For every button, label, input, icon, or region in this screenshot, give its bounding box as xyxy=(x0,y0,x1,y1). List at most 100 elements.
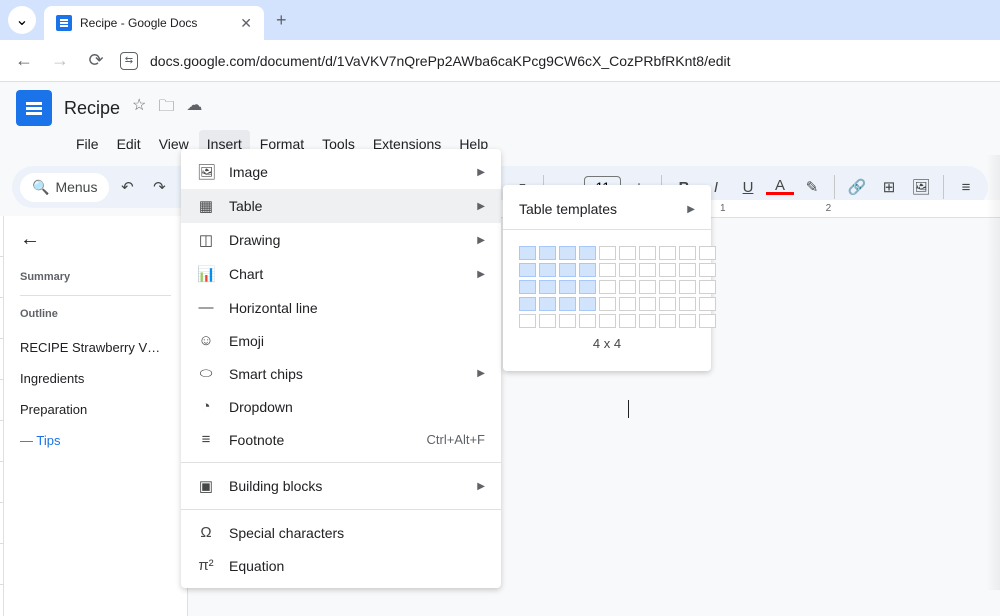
insert-building-blocks[interactable]: ▣Building blocks▶ xyxy=(181,469,501,503)
sidebar-back-button[interactable]: ← xyxy=(20,228,171,251)
outline-item[interactable]: RECIPE Strawberry V… xyxy=(20,332,171,363)
insert-image-button[interactable]: 🖼 xyxy=(907,178,935,196)
new-tab-button[interactable]: + xyxy=(276,10,287,31)
grid-cell[interactable] xyxy=(639,297,656,311)
insert-dropdown[interactable]: ◔Dropdown xyxy=(181,390,501,423)
grid-cell[interactable] xyxy=(619,246,636,260)
grid-cell[interactable] xyxy=(599,280,616,294)
grid-cell[interactable] xyxy=(519,263,536,277)
grid-cell[interactable] xyxy=(659,314,676,328)
menus-search-button[interactable]: 🔍 Menus xyxy=(20,173,109,202)
grid-cell[interactable] xyxy=(519,280,536,294)
grid-cell[interactable] xyxy=(539,314,556,328)
grid-cell[interactable] xyxy=(639,280,656,294)
grid-cell[interactable] xyxy=(559,280,576,294)
grid-cell[interactable] xyxy=(559,297,576,311)
grid-cell[interactable] xyxy=(699,246,716,260)
grid-cell[interactable] xyxy=(579,280,596,294)
add-comment-button[interactable]: ⊞ xyxy=(875,178,903,196)
grid-cell[interactable] xyxy=(679,314,696,328)
grid-cell[interactable] xyxy=(559,263,576,277)
insert-special-characters[interactable]: ΩSpecial characters xyxy=(181,516,501,549)
table-size-picker[interactable]: 4 x 4 xyxy=(503,236,711,361)
docs-logo-icon[interactable] xyxy=(16,90,52,126)
browser-tab[interactable]: Recipe - Google Docs ✕ xyxy=(44,6,264,40)
insert-drawing[interactable]: ◫Drawing▶ xyxy=(181,223,501,257)
insert-smart-chips[interactable]: ⬭Smart chips▶ xyxy=(181,357,501,390)
chevron-right-icon: ▶ xyxy=(477,201,485,212)
grid-cell[interactable] xyxy=(619,263,636,277)
outline-item[interactable]: Preparation xyxy=(20,394,171,425)
grid-cell[interactable] xyxy=(519,246,536,260)
insert-chart[interactable]: 📊Chart▶ xyxy=(181,257,501,291)
insert-footnote[interactable]: ≡FootnoteCtrl+Alt+F xyxy=(181,423,501,456)
grid-cell[interactable] xyxy=(539,280,556,294)
grid-cell[interactable] xyxy=(619,314,636,328)
reload-button[interactable]: ⟳ xyxy=(84,50,108,71)
align-button[interactable]: ≡ xyxy=(952,179,980,196)
outline-item-active[interactable]: Tips xyxy=(20,425,171,456)
grid-cell[interactable] xyxy=(579,246,596,260)
document-title[interactable]: Recipe xyxy=(64,98,120,119)
url-bar: ← → ⟳ ⇆ docs.google.com/document/d/1VaVK… xyxy=(0,40,1000,82)
underline-button[interactable]: U xyxy=(734,179,762,196)
grid-cell[interactable] xyxy=(699,297,716,311)
menu-edit[interactable]: Edit xyxy=(109,130,149,158)
grid-cell[interactable] xyxy=(539,297,556,311)
insert-image[interactable]: 🖼Image▶ xyxy=(181,155,501,189)
grid-cell[interactable] xyxy=(559,246,576,260)
undo-button[interactable]: ↶ xyxy=(113,178,141,196)
redo-button[interactable]: ↷ xyxy=(145,178,173,196)
url-text[interactable]: docs.google.com/document/d/1VaVKV7nQrePp… xyxy=(150,53,731,69)
grid-cell[interactable] xyxy=(559,314,576,328)
grid-cell[interactable] xyxy=(579,297,596,311)
grid-cell[interactable] xyxy=(679,263,696,277)
chevron-right-icon: ▶ xyxy=(477,167,485,178)
highlight-button[interactable]: ✎ xyxy=(798,178,826,196)
grid-cell[interactable] xyxy=(639,314,656,328)
back-button[interactable]: ← xyxy=(12,50,36,71)
grid-cell[interactable] xyxy=(619,297,636,311)
text-color-button[interactable]: A xyxy=(766,180,794,195)
grid-cell[interactable] xyxy=(659,297,676,311)
chevron-right-icon: ▶ xyxy=(477,235,485,246)
grid-cell[interactable] xyxy=(579,263,596,277)
grid-cell[interactable] xyxy=(659,280,676,294)
star-icon[interactable]: ☆ xyxy=(132,95,146,122)
grid-cell[interactable] xyxy=(539,263,556,277)
close-icon[interactable]: ✕ xyxy=(240,15,252,32)
docs-favicon-icon xyxy=(56,15,72,31)
grid-cell[interactable] xyxy=(699,280,716,294)
grid-cell[interactable] xyxy=(599,263,616,277)
grid-cell[interactable] xyxy=(699,314,716,328)
grid-cell[interactable] xyxy=(679,246,696,260)
grid-cell[interactable] xyxy=(659,246,676,260)
insert-emoji[interactable]: ☺Emoji xyxy=(181,324,501,357)
grid-cell[interactable] xyxy=(599,314,616,328)
cloud-status-icon[interactable]: ☁ xyxy=(186,95,202,122)
insert-equation[interactable]: π²Equation xyxy=(181,549,501,582)
grid-cell[interactable] xyxy=(519,297,536,311)
forward-button[interactable]: → xyxy=(48,50,72,71)
grid-cell[interactable] xyxy=(599,297,616,311)
tab-list-chevron[interactable]: ⌄ xyxy=(8,6,36,34)
grid-cell[interactable] xyxy=(619,280,636,294)
grid-cell[interactable] xyxy=(639,246,656,260)
grid-cell[interactable] xyxy=(679,280,696,294)
grid-cell[interactable] xyxy=(679,297,696,311)
table-templates[interactable]: Table templates ▶ xyxy=(503,195,711,223)
grid-cell[interactable] xyxy=(599,246,616,260)
site-info-icon[interactable]: ⇆ xyxy=(120,52,138,70)
insert-link-button[interactable]: 🔗 xyxy=(843,178,871,196)
grid-cell[interactable] xyxy=(639,263,656,277)
menu-file[interactable]: File xyxy=(68,130,107,158)
insert-table[interactable]: ▦Table▶ xyxy=(181,189,501,223)
grid-cell[interactable] xyxy=(579,314,596,328)
grid-cell[interactable] xyxy=(519,314,536,328)
insert-horizontal-line[interactable]: —Horizontal line xyxy=(181,291,501,324)
grid-cell[interactable] xyxy=(539,246,556,260)
grid-cell[interactable] xyxy=(659,263,676,277)
move-icon[interactable]: 🗀 xyxy=(158,95,174,122)
grid-cell[interactable] xyxy=(699,263,716,277)
outline-item[interactable]: Ingredients xyxy=(20,363,171,394)
